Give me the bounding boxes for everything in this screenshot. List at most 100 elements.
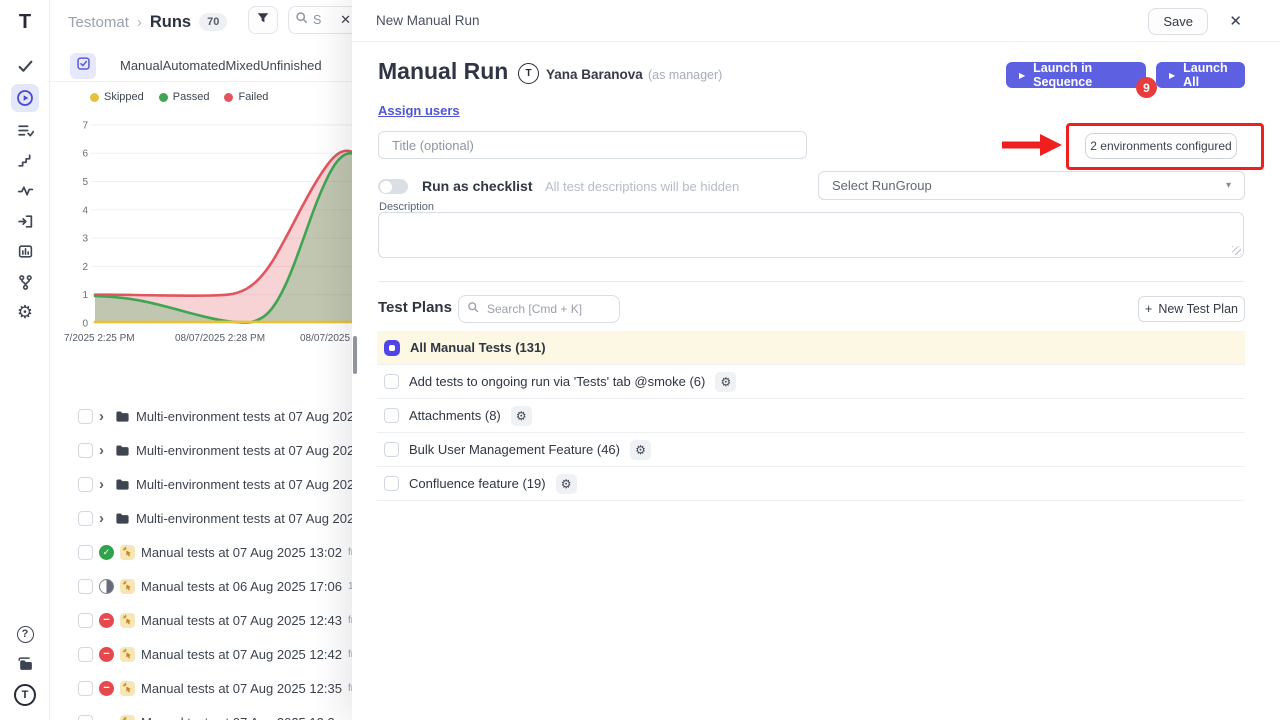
run-as-checklist-toggle[interactable] bbox=[378, 179, 408, 194]
launch-all-label: Launch All bbox=[1183, 61, 1232, 89]
chevron-right-icon[interactable]: › bbox=[99, 511, 109, 526]
run-list-row[interactable]: › Manual tests at 06 Aug 2025 17:06 13 bbox=[50, 569, 352, 603]
runs-filter-tab[interactable]: Manual bbox=[120, 58, 163, 73]
chevron-right-icon[interactable]: › bbox=[99, 443, 109, 458]
runs-search-input[interactable]: S ✕ bbox=[288, 6, 352, 34]
plan-checkbox[interactable] bbox=[384, 442, 399, 457]
run-list-row[interactable]: › Manual tests at 07 Aug 2025 12:42 fro bbox=[50, 637, 352, 671]
clear-search-icon[interactable]: ✕ bbox=[340, 12, 351, 28]
run-checkbox[interactable] bbox=[78, 647, 93, 662]
run-list-row[interactable]: › Multi-environment tests at 07 Aug 202 bbox=[50, 501, 352, 535]
test-plans-list: All Manual Tests (131) ⚙ Add tests to on… bbox=[377, 331, 1245, 501]
app-logo[interactable]: T bbox=[11, 8, 39, 36]
run-label[interactable]: Multi-environment tests at 07 Aug 202 bbox=[136, 511, 352, 526]
run-label[interactable]: Multi-environment tests at 07 Aug 202 bbox=[136, 443, 352, 458]
run-label[interactable]: Manual tests at 07 Aug 2025 12:43 bbox=[141, 613, 342, 628]
run-checkbox[interactable] bbox=[78, 409, 93, 424]
filter-button[interactable] bbox=[248, 6, 278, 34]
plan-checkbox[interactable] bbox=[384, 408, 399, 423]
run-list-row[interactable]: › Manual tests at 07 Aug 2025 13:02 fro bbox=[50, 535, 352, 569]
test-plan-row[interactable]: Confluence feature (19) ⚙ bbox=[377, 467, 1245, 501]
run-label[interactable]: Manual tests at 07 Aug 2025 12:3 bbox=[141, 715, 335, 720]
sidebar-item-help[interactable]: ? bbox=[11, 620, 39, 648]
plan-settings-button[interactable]: ⚙ bbox=[715, 372, 736, 392]
sidebar-item-pulse[interactable] bbox=[11, 176, 39, 204]
run-checkbox[interactable] bbox=[78, 443, 93, 458]
svg-text:5: 5 bbox=[82, 177, 88, 188]
runs-trend-chart: 012345677/2025 2:25 PM08/07/2025 2:28 PM… bbox=[50, 117, 352, 353]
run-label[interactable]: Manual tests at 06 Aug 2025 17:06 bbox=[141, 579, 342, 594]
sidebar-item-settings[interactable]: ⚙ bbox=[11, 298, 39, 326]
run-title-input[interactable] bbox=[378, 131, 807, 159]
check-icon bbox=[17, 58, 34, 75]
runs-filter-tab[interactable]: Mixed bbox=[226, 58, 261, 73]
launch-all-button[interactable]: ▶ Launch All bbox=[1156, 62, 1245, 88]
run-checkbox[interactable] bbox=[78, 545, 93, 560]
test-plans-title: Test Plans bbox=[378, 299, 452, 316]
run-label[interactable]: Multi-environment tests at 07 Aug 202 bbox=[136, 477, 352, 492]
plan-checkbox-checked[interactable] bbox=[384, 340, 400, 356]
svg-text:6: 6 bbox=[82, 149, 88, 160]
notification-badge: 9 bbox=[1136, 77, 1157, 98]
sidebar-item-runs[interactable] bbox=[11, 84, 39, 112]
run-checkbox[interactable] bbox=[78, 715, 93, 720]
runs-filter-tab[interactable]: Unfinished bbox=[260, 58, 321, 73]
modal-scrollbar-thumb[interactable] bbox=[353, 336, 357, 374]
run-label[interactable]: Manual tests at 07 Aug 2025 12:35 bbox=[141, 681, 342, 696]
sidebar-item-profile[interactable]: T bbox=[11, 681, 39, 709]
plan-checkbox[interactable] bbox=[384, 476, 399, 491]
search-value: S bbox=[313, 13, 335, 27]
close-icon[interactable]: ✕ bbox=[1229, 12, 1242, 30]
description-textarea[interactable] bbox=[378, 212, 1244, 258]
run-list-row[interactable]: › Multi-environment tests at 07 Aug 202 bbox=[50, 399, 352, 433]
svg-text:0: 0 bbox=[82, 319, 88, 330]
run-list-row[interactable]: › Multi-environment tests at 07 Aug 202 bbox=[50, 467, 352, 501]
test-plan-row[interactable]: Bulk User Management Feature (46) ⚙ bbox=[377, 433, 1245, 467]
plan-settings-button[interactable]: ⚙ bbox=[630, 440, 651, 460]
plan-settings-button[interactable]: ⚙ bbox=[556, 474, 577, 494]
run-list-row[interactable]: › Multi-environment tests at 07 Aug 202 bbox=[50, 433, 352, 467]
sidebar-item-tasks[interactable] bbox=[11, 52, 39, 80]
chart-legend: Skipped Passed Failed bbox=[90, 91, 268, 103]
checklist-label: Run as checklist bbox=[422, 178, 533, 194]
run-list-row[interactable]: › Manual tests at 07 Aug 2025 12:43 fro bbox=[50, 603, 352, 637]
run-status-icon bbox=[99, 647, 114, 662]
test-plan-row[interactable]: All Manual Tests (131) ⚙ bbox=[377, 331, 1245, 365]
run-list-row[interactable]: › Manual tests at 07 Aug 2025 12:35 fro bbox=[50, 671, 352, 705]
run-checkbox[interactable] bbox=[78, 681, 93, 696]
new-test-plan-button[interactable]: + New Test Plan bbox=[1138, 296, 1245, 322]
test-plans-search-input[interactable] bbox=[485, 301, 611, 317]
run-checkbox[interactable] bbox=[78, 511, 93, 526]
run-label[interactable]: Manual tests at 07 Aug 2025 12:42 bbox=[141, 647, 342, 662]
sidebar-item-import[interactable] bbox=[11, 207, 39, 235]
tab-all-runs[interactable] bbox=[70, 53, 96, 79]
run-list-row[interactable]: › Manual tests at 07 Aug 2025 12:3 bbox=[50, 705, 352, 720]
sidebar-item-analytics[interactable] bbox=[11, 237, 39, 265]
sidebar-item-projects[interactable] bbox=[11, 650, 39, 678]
test-plan-row[interactable]: Attachments (8) ⚙ bbox=[377, 399, 1245, 433]
run-checkbox[interactable] bbox=[78, 477, 93, 492]
run-checkbox[interactable] bbox=[78, 613, 93, 628]
folder-icon bbox=[115, 477, 130, 492]
test-plans-search[interactable] bbox=[458, 295, 620, 323]
list-check-icon bbox=[17, 122, 34, 139]
chevron-right-icon[interactable]: › bbox=[99, 409, 109, 424]
assign-users-link[interactable]: Assign users bbox=[378, 103, 460, 118]
run-label[interactable]: Multi-environment tests at 07 Aug 202 bbox=[136, 409, 352, 424]
run-checkbox[interactable] bbox=[78, 579, 93, 594]
launch-in-sequence-button[interactable]: ▶ Launch in Sequence bbox=[1006, 62, 1146, 88]
run-title: Manual Run bbox=[378, 58, 508, 85]
plan-settings-button[interactable]: ⚙ bbox=[511, 406, 532, 426]
plan-checkbox[interactable] bbox=[384, 374, 399, 389]
sidebar-item-steps[interactable] bbox=[11, 146, 39, 174]
owner-role: (as manager) bbox=[648, 68, 722, 82]
chevron-right-icon[interactable]: › bbox=[99, 477, 109, 492]
save-button[interactable]: Save bbox=[1148, 8, 1208, 35]
sidebar-item-test-plans[interactable] bbox=[11, 116, 39, 144]
run-label[interactable]: Manual tests at 07 Aug 2025 13:02 bbox=[141, 545, 342, 560]
sidebar-item-branches[interactable] bbox=[11, 268, 39, 296]
rungroup-select[interactable]: Select RunGroup ▾ bbox=[818, 171, 1245, 200]
breadcrumb-project[interactable]: Testomat bbox=[68, 14, 129, 31]
test-plan-row[interactable]: Add tests to ongoing run via 'Tests' tab… bbox=[377, 365, 1245, 399]
runs-filter-tab[interactable]: Automated bbox=[163, 58, 226, 73]
